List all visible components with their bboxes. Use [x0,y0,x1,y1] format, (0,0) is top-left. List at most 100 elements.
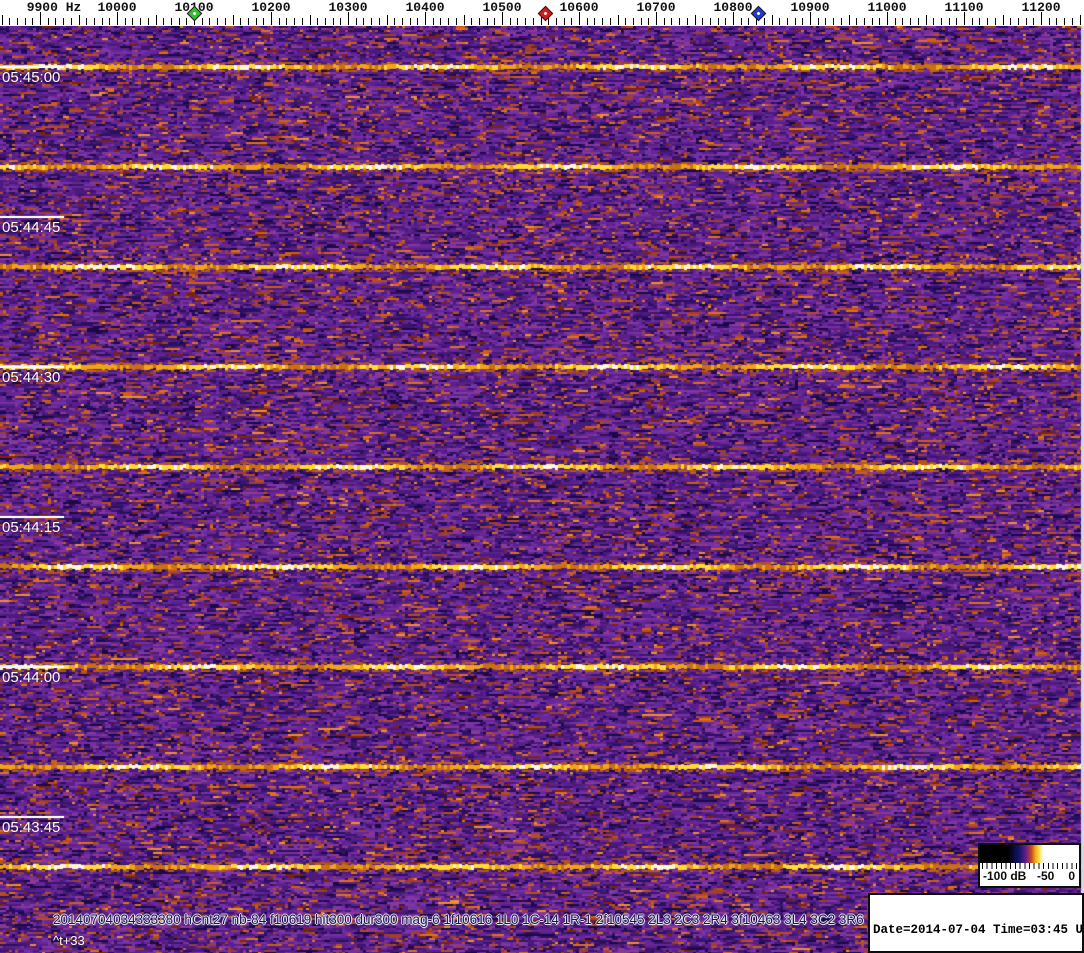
spectrogram-display [0,26,1084,953]
axis-tick [979,18,981,25]
axis-tick [563,18,565,25]
axis-tick [124,18,126,25]
axis-tick [694,15,696,25]
axis-tick [509,18,511,25]
axis-tick [763,18,765,25]
time-label: 05:44:30 [2,369,61,386]
axis-tick [786,18,788,25]
axis-tick [1033,18,1035,25]
axis-label-10300: 10300 [328,0,368,15]
axis-tick [386,15,388,25]
axis-tick [1,15,3,25]
axis-tick [16,18,18,25]
axis-tick [155,15,157,25]
axis-tick [324,18,326,25]
axis-tick [209,18,211,25]
axis-tick [679,18,681,25]
axis-tick [602,18,604,25]
axis-tick [371,18,373,25]
time-tick [0,666,64,668]
axis-tick [702,18,704,25]
axis-tick [532,18,534,25]
axis-label-10200: 10200 [251,0,291,15]
axis-tick [255,18,257,25]
axis-tick [1010,18,1012,25]
axis-tick [640,18,642,25]
axis-label-10800: 10800 [713,0,753,15]
axis-tick [170,18,172,25]
axis-tick [1002,15,1004,25]
axis-tick [32,18,34,25]
axis-tick [648,18,650,25]
axis-tick [70,18,72,25]
axis-label-10900: 10900 [790,0,830,15]
axis-tick [486,18,488,25]
observation-info-box: Date=2014-07-04 Time=03:45 UTC Freq=143 … [868,893,1084,953]
axis-tick [317,18,319,25]
axis-tick [494,18,496,25]
axis-tick [717,18,719,25]
spectrogram-app-window: 9900 Hz100001010010200103001040010500106… [0,0,1084,953]
axis-tick [417,18,419,25]
time-tick [0,216,64,218]
axis-tick [879,18,881,25]
axis-tick [594,18,596,25]
axis-tick [109,18,111,25]
time-tick [0,816,64,818]
frequency-axis: 9900 Hz100001010010200103001040010500106… [0,0,1084,26]
axis-tick [771,15,773,25]
axis-tick [671,18,673,25]
axis-tick [686,18,688,25]
axis-tick [240,18,242,25]
axis-tick [63,18,65,25]
marker-center-dot [191,11,197,16]
axis-tick [224,18,226,25]
axis-tick [78,15,80,25]
axis-tick [471,18,473,25]
axis-tick [571,18,573,25]
time-label: 05:44:00 [2,669,61,686]
axis-tick [740,18,742,25]
axis-tick [555,18,557,25]
axis-tick [101,18,103,25]
axis-tick [455,18,457,25]
axis-tick [309,15,311,25]
axis-tick [340,18,342,25]
axis-tick [517,18,519,25]
axis-tick [871,18,873,25]
detection-caption: 20140704034333380 hCnt27 nb-84 f10619 hi… [53,912,864,927]
axis-tick [478,18,480,25]
colorbar-label-max: 0 [1068,869,1075,883]
axis-tick [848,15,850,25]
axis-tick [1071,18,1073,25]
axis-tick [448,18,450,25]
axis-tick [24,18,26,25]
axis-tick [1025,18,1027,25]
axis-tick [833,18,835,25]
axis-label-11000: 11000 [867,0,907,15]
axis-tick [363,18,365,25]
axis-tick [794,18,796,25]
axis-tick [394,18,396,25]
axis-tick [948,18,950,25]
intensity-colorbar: -100 dB -50 0 [978,843,1081,888]
axis-tick [856,18,858,25]
axis-tick [1048,18,1050,25]
axis-tick [140,18,142,25]
time-label: 05:45:00 [2,69,61,86]
axis-tick [910,18,912,25]
axis-tick [802,18,804,25]
axis-tick [278,18,280,25]
axis-tick [440,18,442,25]
axis-tick [525,18,527,25]
axis-tick [1079,15,1081,25]
marker-center-dot [543,11,548,16]
axis-label-10600: 10600 [559,0,599,15]
colorbar-gradient [980,845,1079,863]
marker-center-dot [756,11,761,16]
axis-label-9900: 9900 Hz [26,0,82,15]
axis-tick [825,18,827,25]
axis-tick [902,18,904,25]
axis-tick [632,18,634,25]
axis-tick [609,18,611,25]
